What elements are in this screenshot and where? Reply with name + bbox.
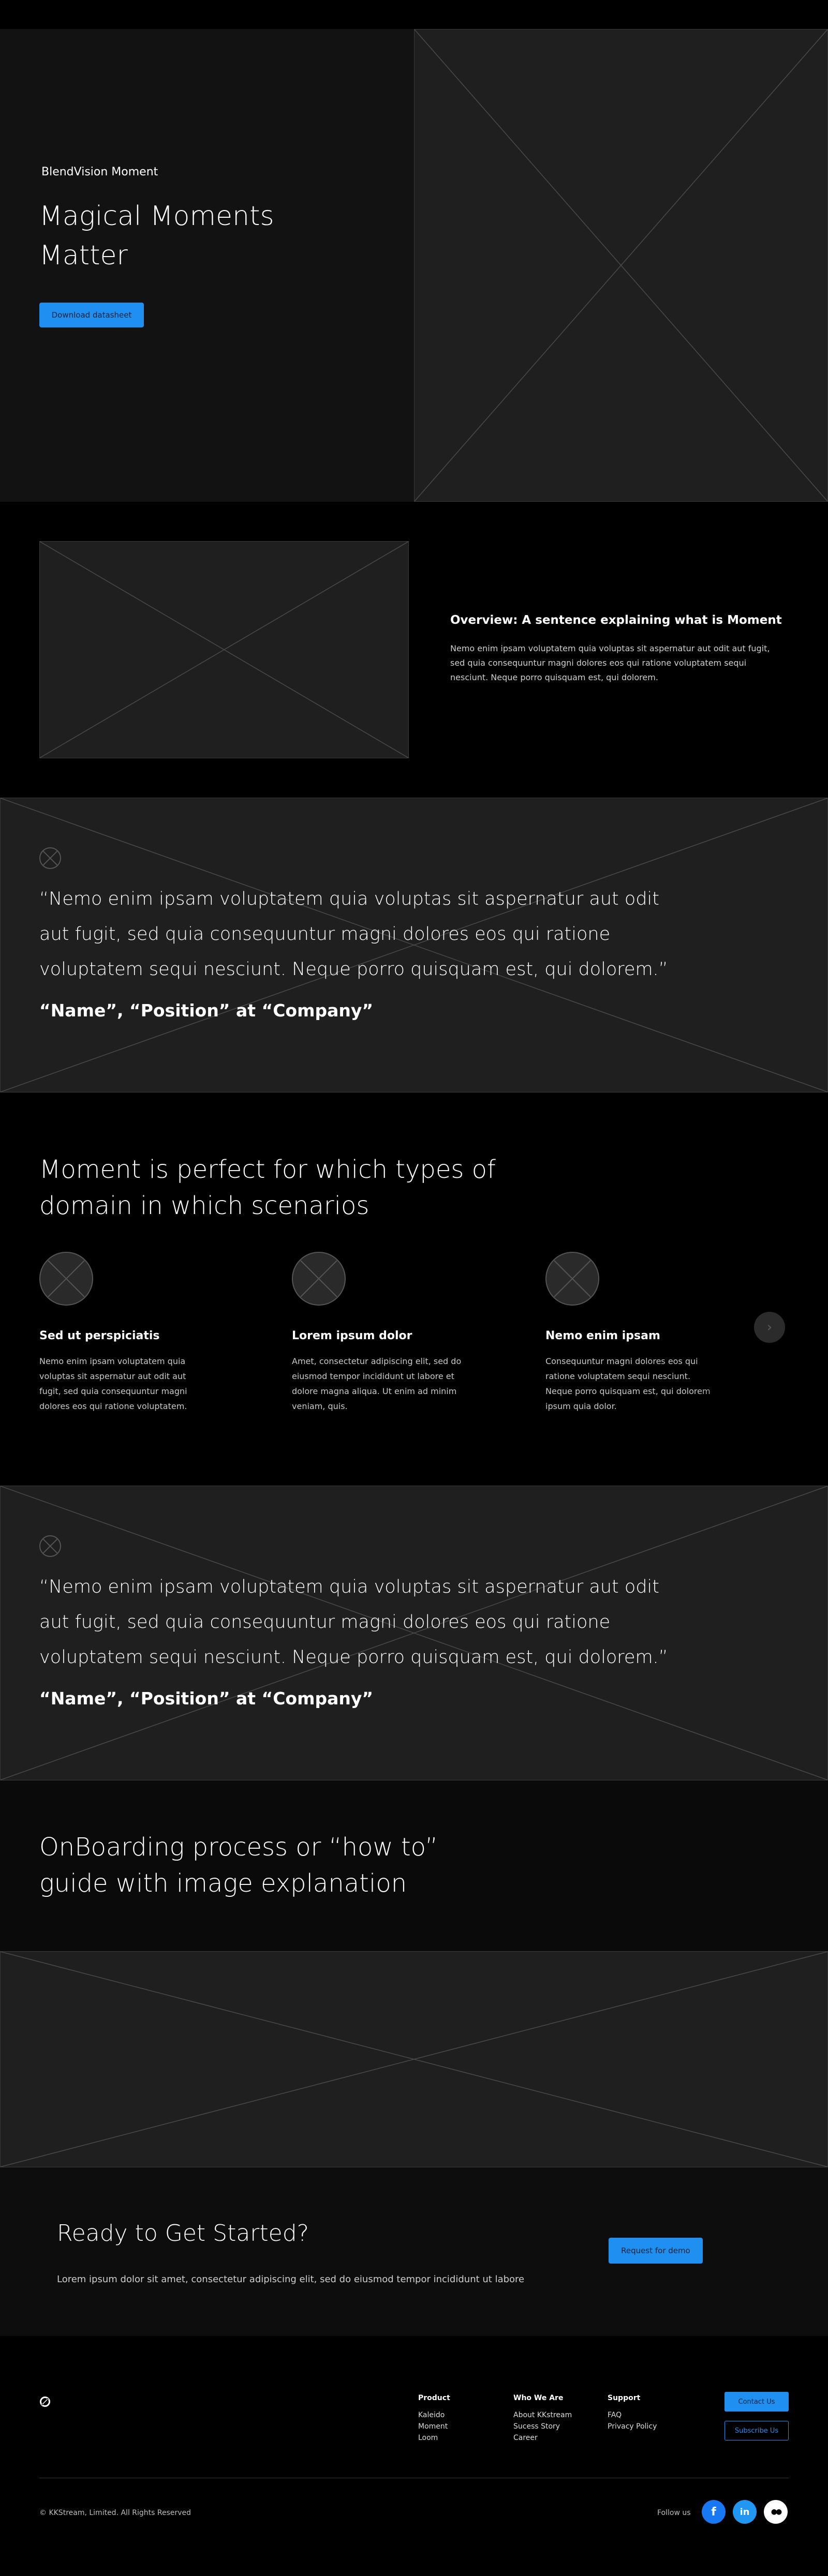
domain-card-title: Nemo enim ipsam: [545, 1329, 660, 1342]
domain-card-body: Nemo enim ipsam voluptatem quia voluptas…: [39, 1356, 187, 1411]
brand-logo-icon[interactable]: [39, 2396, 51, 2407]
domain-card-title: Lorem ipsum dolor: [292, 1329, 412, 1342]
domain-card: Sed ut perspiciatis Nemo enim ipsam volu…: [39, 1252, 210, 1414]
footer-heading: Support: [608, 2394, 641, 2402]
contact-us-button[interactable]: Contact Us: [724, 2392, 789, 2412]
footer-heading: Product: [418, 2394, 450, 2402]
hero-eyebrow: BlendVision Moment: [41, 166, 158, 178]
download-datasheet-button[interactable]: Download datasheet: [39, 303, 144, 327]
footer-link[interactable]: Moment: [418, 2421, 450, 2432]
domain-card-body: Amet, consectetur adipiscing elit, sed d…: [292, 1356, 462, 1411]
footer-link[interactable]: About KKstream: [513, 2409, 572, 2421]
domain-card-icon: [39, 1252, 93, 1306]
footer-column-who-we-are: Who We Are About KKstream Sucess Story C…: [513, 2394, 572, 2444]
footer-link[interactable]: Sucess Story: [513, 2421, 572, 2432]
onboarding-image-placeholder: [0, 1951, 828, 2167]
footer-link[interactable]: Loom: [418, 2432, 450, 2444]
carousel-next-button[interactable]: ›: [754, 1312, 785, 1343]
footer-heading: Who We Are: [513, 2394, 564, 2402]
hero-image-placeholder: [414, 29, 828, 502]
overview-body: Nemo enim ipsam voluptatem quia voluptas…: [450, 643, 770, 682]
footer-link[interactable]: Kaleido: [418, 2409, 450, 2421]
cta-body: Lorem ipsum dolor sit amet, consectetur …: [57, 2274, 525, 2285]
footer-link[interactable]: Privacy Policy: [608, 2421, 657, 2432]
facebook-icon[interactable]: f: [702, 2500, 726, 2524]
testimonial-quote: “Nemo enim ipsam voluptatem quia volupta…: [39, 889, 668, 980]
domain-card-body: Consequuntur magni dolores eos qui ratio…: [545, 1356, 711, 1411]
hero-title: Magical Moments Matter: [39, 201, 274, 271]
domain-card-icon: [292, 1252, 346, 1306]
overview-title: Overview: A sentence explaining what is …: [450, 613, 782, 627]
follow-us-label: Follow us: [657, 2509, 691, 2517]
subscribe-us-button[interactable]: Subscribe Us: [724, 2421, 789, 2440]
footer-column-support: Support FAQ Privacy Policy: [608, 2394, 657, 2432]
domain-card: Lorem ipsum dolor Amet, consectetur adip…: [292, 1252, 463, 1414]
testimonial-author: “Name”, “Position” at “Company”: [39, 1000, 374, 1021]
cta-title: Ready to Get Started?: [57, 2220, 309, 2246]
footer-column-product: Product Kaleido Moment Loom: [418, 2394, 450, 2444]
linkedin-icon[interactable]: in: [733, 2500, 757, 2524]
domain-card: Nemo enim ipsam Consequuntur magni dolor…: [545, 1252, 716, 1414]
medium-icon[interactable]: ●●: [764, 2500, 788, 2524]
onboarding-title: OnBoarding process or “how to” guide wit…: [39, 1833, 438, 1898]
testimonial-author: “Name”, “Position” at “Company”: [39, 1688, 374, 1709]
domain-card-icon: [545, 1252, 599, 1306]
domain-section-title: Moment is perfect for which types of dom…: [39, 1155, 496, 1220]
domain-card-title: Sed ut perspiciatis: [39, 1329, 160, 1342]
copyright-text: © KKStream, Limited. All Rights Reserved: [39, 2509, 191, 2517]
quote-avatar-icon: [39, 1535, 61, 1557]
cta-section: [0, 2167, 828, 2336]
footer-link[interactable]: FAQ: [608, 2409, 657, 2421]
footer-link[interactable]: Career: [513, 2432, 572, 2444]
overview-image-placeholder: [39, 541, 409, 758]
chevron-right-icon: ›: [766, 1320, 773, 1335]
testimonial-quote: “Nemo enim ipsam voluptatem quia volupta…: [39, 1577, 668, 1668]
request-demo-button[interactable]: Request for demo: [609, 2238, 703, 2264]
quote-avatar-icon: [39, 847, 61, 869]
